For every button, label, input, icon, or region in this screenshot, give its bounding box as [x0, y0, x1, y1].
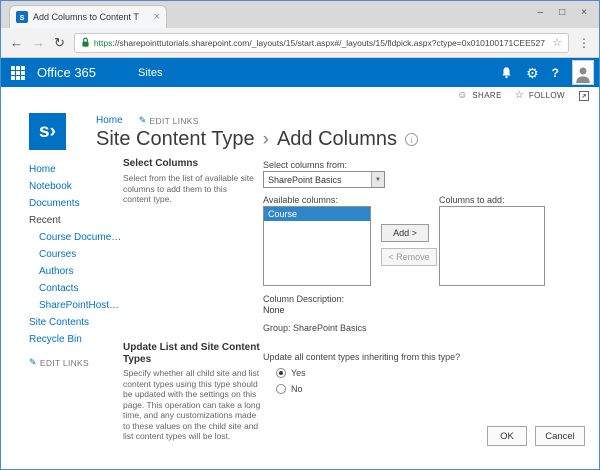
browser-tab-strip: s Add Columns to Content T × – □ ×: [1, 1, 599, 28]
sidebar-item-recycle-bin[interactable]: Recycle Bin: [29, 331, 123, 348]
radio-yes-label: Yes: [291, 368, 306, 378]
radio-no-label: No: [291, 384, 303, 394]
sidebar-item-course-documents[interactable]: Course Documents: [29, 229, 123, 246]
section-select-columns-heading: Select Columns: [123, 158, 198, 170]
url-scheme: https: [94, 38, 112, 48]
forward-icon[interactable]: →: [32, 36, 45, 49]
page-title-main: Site Content Type: [96, 128, 255, 151]
browser-menu-icon[interactable]: ⋮: [578, 36, 590, 50]
pencil-icon: ✎: [29, 357, 37, 368]
url-rest: ://sharepointtutorials.sharepoint.com/_l…: [112, 38, 545, 48]
edit-links-top[interactable]: ✎EDIT LINKS: [139, 115, 199, 126]
info-icon[interactable]: i: [405, 133, 418, 146]
office365-suite-bar: Office 365 Sites ⚙ ?: [1, 58, 599, 87]
back-icon[interactable]: ←: [10, 36, 23, 49]
sidebar-item-home[interactable]: Home: [29, 161, 123, 178]
settings-gear-icon[interactable]: ⚙: [526, 66, 539, 80]
add-button[interactable]: Add >: [381, 224, 429, 242]
share-button[interactable]: SHARE: [472, 91, 502, 100]
focus-on-content-icon[interactable]: [579, 91, 589, 101]
office365-brand[interactable]: Office 365: [37, 65, 96, 80]
left-navigation: Home Notebook Documents Recent Course Do…: [29, 161, 123, 368]
page-action-bar: ☺ SHARE ☆ FOLLOW: [1, 87, 599, 104]
sidebar-item-recent: Recent: [29, 212, 123, 229]
sidebar-item-notebook[interactable]: Notebook: [29, 178, 123, 195]
window-controls: – □ ×: [538, 7, 587, 18]
page-content: s› Home ✎EDIT LINKS Site Content Type › …: [1, 104, 599, 469]
sharepoint-logo[interactable]: s›: [29, 113, 66, 150]
columns-to-add-listbox[interactable]: [439, 206, 545, 286]
page-title-sub: Add Columns: [277, 128, 397, 151]
sharepoint-favicon-icon: s: [16, 11, 28, 23]
select-columns-from-value: SharePoint Basics: [268, 175, 342, 185]
radio-yes[interactable]: Yes: [276, 368, 306, 378]
pencil-icon: ✎: [139, 115, 147, 126]
follow-button[interactable]: FOLLOW: [529, 91, 565, 100]
refresh-icon[interactable]: ↻: [54, 36, 65, 49]
https-lock-icon: [81, 37, 90, 48]
window-close-button[interactable]: ×: [581, 7, 587, 18]
tab-title: Add Columns to Content T: [33, 12, 149, 22]
radio-no-circle-icon[interactable]: [276, 384, 286, 394]
bookmark-star-icon[interactable]: ☆: [552, 36, 562, 49]
sidebar-item-sharepointhostedapp[interactable]: SharePointHostedApp: [29, 297, 123, 314]
remove-button[interactable]: < Remove: [381, 248, 437, 266]
url-text: https://sharepointtutorials.sharepoint.c…: [94, 38, 548, 48]
tab-close-icon[interactable]: ×: [154, 11, 160, 23]
smiley-icon[interactable]: ☺: [457, 90, 467, 101]
person-icon: [574, 64, 592, 84]
radio-yes-circle-icon[interactable]: [276, 368, 286, 378]
section-update-types-description: Specify whether all child site and list …: [123, 368, 261, 442]
sidebar-item-documents[interactable]: Documents: [29, 195, 123, 212]
breadcrumb-home-link[interactable]: Home: [96, 115, 123, 126]
ok-button[interactable]: OK: [487, 426, 527, 446]
available-column-option-course[interactable]: Course: [264, 207, 370, 221]
edit-links-sidebar-label: EDIT LINKS: [40, 358, 89, 368]
notifications-bell-icon[interactable]: [500, 66, 513, 79]
page-title: Site Content Type › Add Columns i: [96, 128, 418, 151]
browser-toolbar: ← → ↻ https://sharepointtutorials.sharep…: [1, 28, 599, 58]
sharepoint-logo-text: s›: [39, 121, 56, 143]
update-types-question: Update all content types inheriting from…: [263, 352, 563, 362]
follow-star-icon[interactable]: ☆: [515, 90, 524, 101]
help-icon[interactable]: ?: [552, 66, 559, 80]
window-maximize-button[interactable]: □: [559, 7, 565, 18]
browser-window: s Add Columns to Content T × – □ × ← → ↻…: [0, 0, 600, 470]
column-group-text: Group: SharePoint Basics: [263, 323, 367, 333]
select-columns-from-dropdown[interactable]: SharePoint Basics ▼: [263, 171, 385, 188]
column-description-value: None: [263, 305, 285, 315]
available-columns-label: Available columns:: [263, 195, 338, 205]
available-columns-listbox[interactable]: Course: [263, 206, 371, 286]
section-select-columns-description: Select from the list of available site c…: [123, 173, 255, 205]
browser-tab[interactable]: s Add Columns to Content T ×: [9, 5, 167, 28]
cancel-button[interactable]: Cancel: [535, 426, 585, 446]
chevron-down-icon: ▼: [371, 172, 384, 187]
breadcrumb: Home ✎EDIT LINKS: [96, 115, 199, 126]
sidebar-item-site-contents[interactable]: Site Contents: [29, 314, 123, 331]
address-bar[interactable]: https://sharepointtutorials.sharepoint.c…: [74, 33, 569, 53]
edit-links-sidebar[interactable]: ✎EDIT LINKS: [29, 357, 123, 368]
column-description-label: Column Description:: [263, 294, 344, 304]
select-columns-from-label: Select columns from:: [263, 160, 347, 170]
radio-no[interactable]: No: [276, 384, 303, 394]
sidebar-item-contacts[interactable]: Contacts: [29, 280, 123, 297]
section-update-types-heading: Update List and Site Content Types: [123, 342, 263, 366]
title-separator: ›: [263, 129, 269, 151]
columns-to-add-label: Columns to add:: [439, 195, 505, 205]
sidebar-item-courses[interactable]: Courses: [29, 246, 123, 263]
edit-links-top-label: EDIT LINKS: [150, 116, 199, 126]
user-avatar[interactable]: [572, 60, 594, 85]
sidebar-item-authors[interactable]: Authors: [29, 263, 123, 280]
window-minimize-button[interactable]: –: [538, 7, 544, 18]
app-launcher-icon[interactable]: [11, 66, 25, 80]
suitebar-nav-sites[interactable]: Sites: [138, 67, 162, 79]
suite-bar-right: ⚙ ?: [500, 60, 594, 85]
